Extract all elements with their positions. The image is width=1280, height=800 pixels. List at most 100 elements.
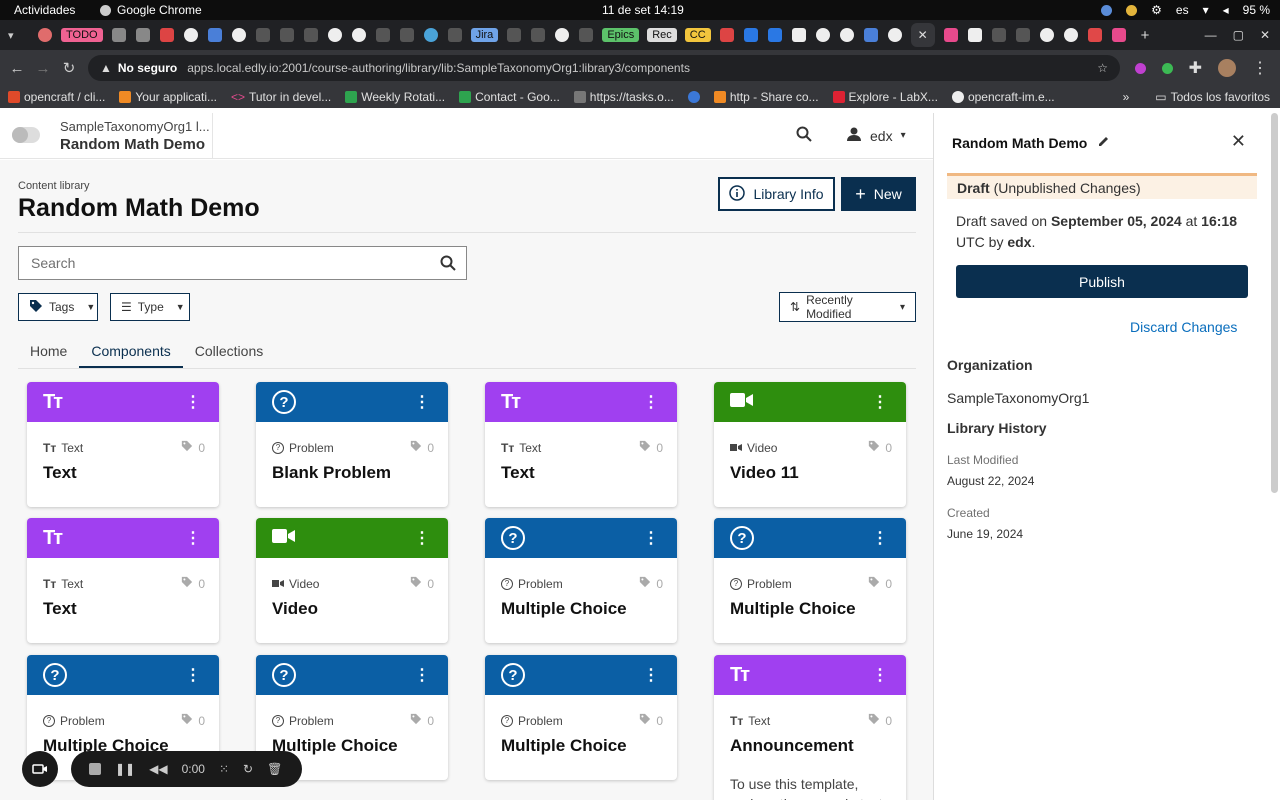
component-card[interactable]: Tт ⋮ Tт Text 0 Text <box>27 518 219 643</box>
volume-icon[interactable]: ◂ <box>1223 3 1229 17</box>
extension-icon[interactable] <box>1134 62 1146 74</box>
component-card[interactable]: ⋮ Video 0 Video 11 <box>714 382 906 507</box>
component-card[interactable]: ? ⋮? Problem 0 Multiple Choice <box>714 518 906 643</box>
network-icon[interactable]: ⚙ <box>1151 3 1162 17</box>
kebab-menu-icon[interactable]: ⋮ <box>414 528 430 548</box>
reload-icon[interactable]: ↻ <box>56 59 82 77</box>
tab-icon[interactable] <box>887 28 902 42</box>
tab-icon[interactable] <box>423 28 438 42</box>
header-search-icon[interactable] <box>796 126 812 147</box>
tab-icon[interactable] <box>719 28 734 42</box>
tab-icon[interactable] <box>579 28 594 42</box>
extensions-puzzle-icon[interactable]: ✚ <box>1189 58 1202 78</box>
new-button[interactable]: + New <box>841 177 916 211</box>
tab-icon[interactable] <box>375 28 390 42</box>
kebab-menu-icon[interactable]: ⋮ <box>185 528 201 548</box>
profile-avatar[interactable] <box>1218 59 1236 77</box>
all-bookmarks-folder[interactable]: ▭ Todos los favoritos <box>1155 90 1270 104</box>
tab-icon[interactable] <box>159 28 174 42</box>
grid-icon[interactable]: ⁙ <box>219 762 229 776</box>
x-icon[interactable] <box>791 28 806 42</box>
discard-changes-link[interactable]: Discard Changes <box>1130 319 1237 335</box>
new-tab-button[interactable]: + <box>1141 27 1150 44</box>
chrome-tray-icon[interactable] <box>1126 4 1138 16</box>
not-secure-label[interactable]: No seguro <box>118 61 177 75</box>
recorder-camera-icon[interactable] <box>22 751 58 787</box>
scrollbar[interactable] <box>1271 113 1278 493</box>
tab-icon[interactable] <box>531 28 546 42</box>
tab-collections[interactable]: Collections <box>183 333 275 368</box>
github-icon[interactable] <box>815 28 830 42</box>
kebab-menu-icon[interactable]: ⋮ <box>872 665 888 685</box>
tab-icon[interactable] <box>767 28 782 42</box>
search-icon[interactable] <box>440 255 456 274</box>
tab-icon[interactable] <box>1087 28 1102 42</box>
activities-button[interactable]: Actividades <box>14 3 75 17</box>
component-card[interactable]: Tт ⋮ Tт Text 0 Text <box>27 382 219 507</box>
edit-pencil-icon[interactable] <box>1097 134 1111 151</box>
bookmark-item[interactable]: Explore - LabX... <box>832 90 938 104</box>
github-icon[interactable] <box>1039 28 1054 42</box>
forward-icon[interactable]: → <box>30 60 56 77</box>
tab-icon[interactable] <box>507 28 522 42</box>
kebab-menu-icon[interactable]: ⋮ <box>643 392 659 412</box>
tab-icon[interactable] <box>255 28 270 42</box>
tab-icon[interactable] <box>1111 28 1126 42</box>
bookmark-item[interactable]: opencraft / cli... <box>8 90 105 104</box>
tab-pill-cc[interactable]: CC <box>684 28 711 42</box>
github-icon[interactable] <box>839 28 854 42</box>
bookmark-item[interactable]: Your applicati... <box>119 90 217 104</box>
tab-icon[interactable] <box>943 28 958 42</box>
tab-icon[interactable] <box>38 28 52 42</box>
github-icon[interactable] <box>327 28 342 42</box>
trash-icon[interactable]: 🗑 <box>267 762 282 776</box>
github-icon[interactable] <box>183 28 198 42</box>
url-text[interactable]: apps.local.edly.io:2001/course-authoring… <box>187 61 690 75</box>
tab-icon[interactable] <box>135 28 150 42</box>
github-icon[interactable] <box>231 28 246 42</box>
wifi-icon[interactable]: ▾ <box>1203 3 1209 17</box>
pause-icon[interactable]: ❚❚ <box>115 762 135 776</box>
tab-icon[interactable] <box>111 28 126 42</box>
kebab-menu-icon[interactable]: ⋮ <box>872 392 888 412</box>
app-menu[interactable]: Google Chrome <box>100 3 202 17</box>
tab-icon[interactable] <box>207 28 222 42</box>
restart-icon[interactable]: ↻ <box>243 762 253 776</box>
browser-menu-icon[interactable]: ⋮ <box>1252 58 1268 78</box>
tab-icon[interactable] <box>967 28 982 42</box>
tab-icon[interactable] <box>1015 28 1030 42</box>
bookmark-item[interactable]: opencraft-im.e... <box>951 90 1055 104</box>
tab-search-icon[interactable]: ▾ <box>8 29 24 42</box>
stop-icon[interactable] <box>89 763 101 775</box>
kebab-menu-icon[interactable]: ⋮ <box>185 392 201 412</box>
component-card[interactable]: Tт ⋮ Tт Text 0 Text <box>485 382 677 507</box>
tab-components[interactable]: Components <box>79 333 183 368</box>
kebab-menu-icon[interactable]: ⋮ <box>643 528 659 548</box>
bookmark-item[interactable]: https://tasks.o... <box>573 90 674 104</box>
close-icon[interactable]: ✕ <box>1231 131 1246 152</box>
tray-app-icon[interactable] <box>1101 4 1113 16</box>
component-card[interactable]: ? ⋮? Problem 0 Blank Problem <box>256 382 448 507</box>
battery-indicator[interactable]: 95 % <box>1243 3 1270 17</box>
library-info-button[interactable]: Library Info <box>718 177 835 211</box>
github-icon[interactable] <box>1063 28 1078 42</box>
tab-pill-jira[interactable]: Jira <box>470 28 499 42</box>
tab-icon[interactable] <box>399 28 414 42</box>
close-window-icon[interactable]: ✕ <box>1260 28 1270 42</box>
bookmark-item[interactable]: http - Share co... <box>713 90 819 104</box>
tab-icon[interactable] <box>279 28 294 42</box>
tab-pill-epics[interactable]: Epics <box>602 28 640 42</box>
clock[interactable]: 11 de set 14:19 <box>602 3 684 17</box>
user-menu[interactable]: edx ▾ <box>846 126 906 145</box>
github-icon[interactable] <box>555 28 570 42</box>
rewind-icon[interactable]: ◀◀ <box>149 762 167 776</box>
language[interactable]: es <box>1176 3 1189 17</box>
bookmark-item[interactable]: Weekly Rotati... <box>345 90 445 104</box>
kebab-menu-icon[interactable]: ⋮ <box>414 665 430 685</box>
tab-home[interactable]: Home <box>18 333 79 368</box>
github-icon[interactable] <box>351 28 366 42</box>
tab-pill-todo[interactable]: TODO <box>61 28 103 42</box>
component-card[interactable]: ? ⋮? Problem 0 Multiple Choice <box>485 655 677 780</box>
grammarly-icon[interactable] <box>1161 62 1173 74</box>
tab-icon[interactable] <box>743 28 758 42</box>
